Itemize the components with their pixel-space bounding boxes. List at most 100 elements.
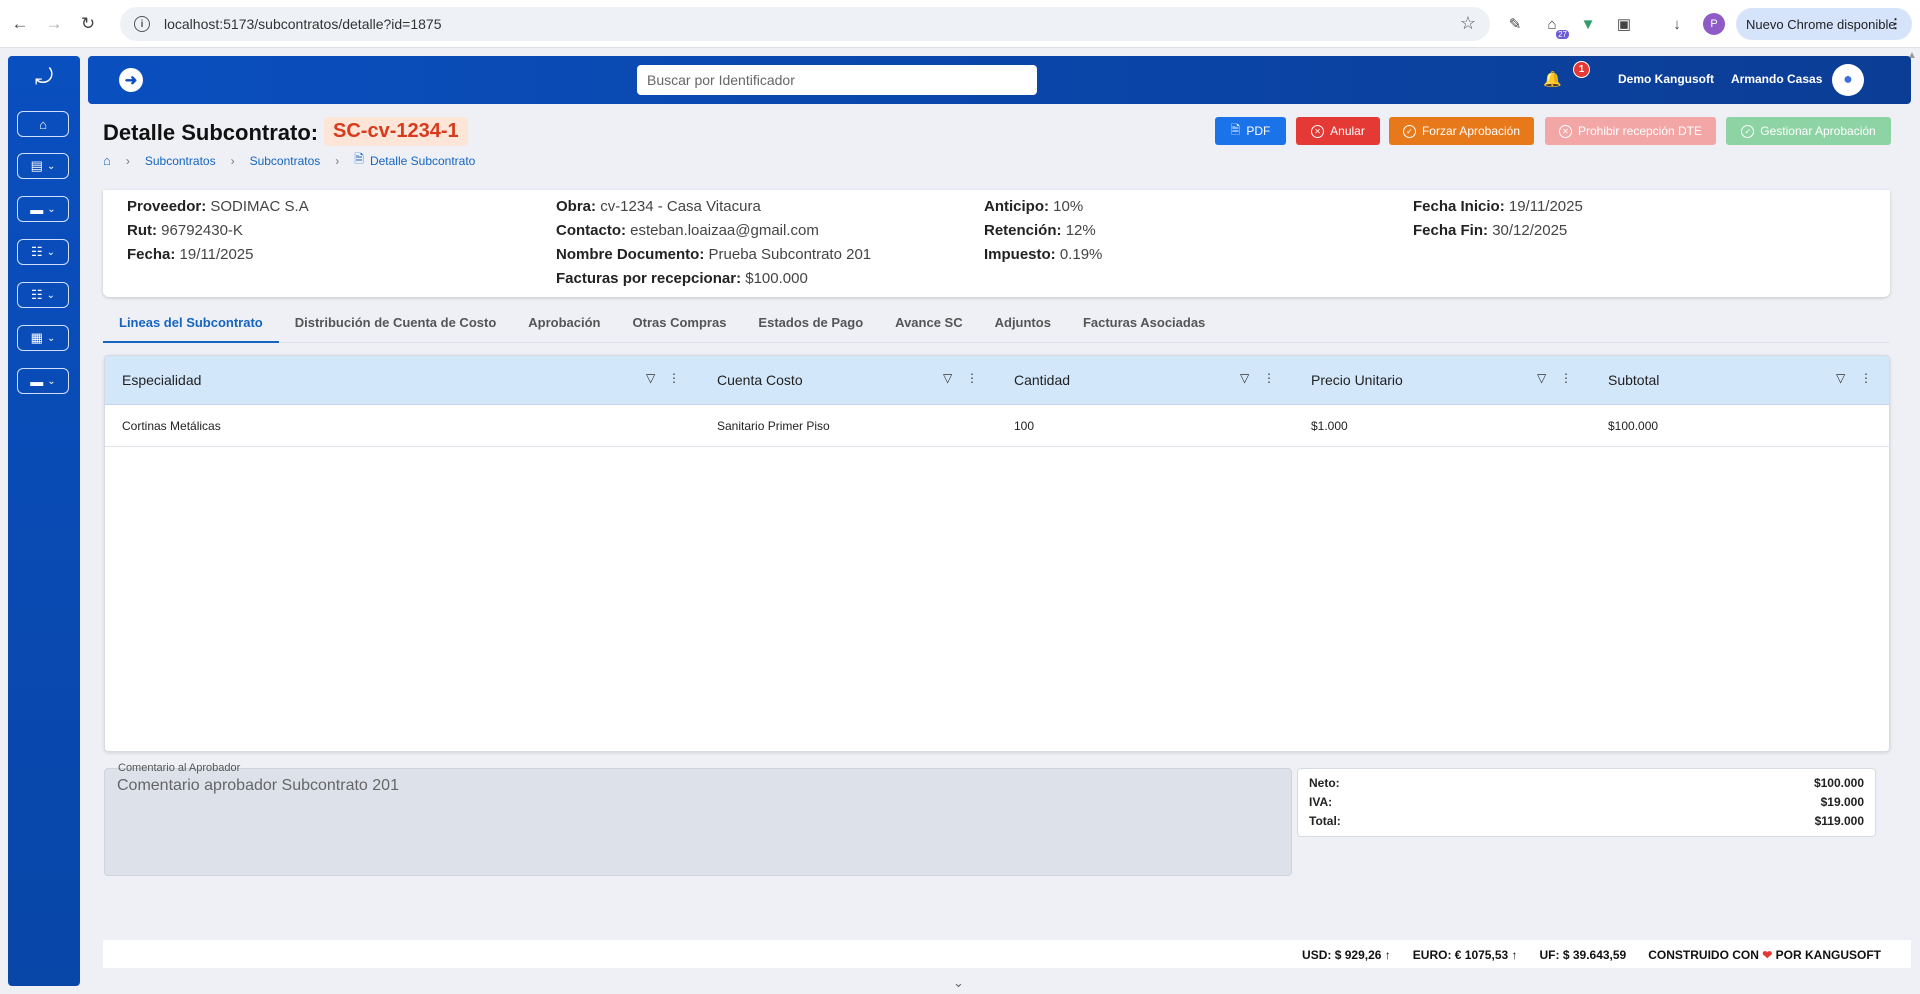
sitemap-icon: ☷	[30, 287, 43, 302]
column-header[interactable]: Precio Unitario	[1311, 372, 1403, 388]
bookmark-star-icon[interactable]: ☆	[1460, 13, 1476, 34]
user-name[interactable]: Armando Casas	[1731, 72, 1822, 86]
url-text: localhost:5173/subcontratos/detalle?id=1…	[164, 16, 442, 32]
scroll-down-icon[interactable]: ⌄	[953, 975, 964, 991]
chrome-update-button[interactable]: Nuevo Chrome disponible ⋮	[1736, 8, 1912, 40]
tab-distribucion[interactable]: Distribución de Cuenta de Costo	[279, 311, 513, 343]
fecha-label: Fecha:	[127, 246, 176, 263]
filter-icon[interactable]: ▽	[1240, 371, 1249, 385]
nombre-documento-label: Nombre Documento:	[556, 246, 705, 263]
tab-avance-sc[interactable]: Avance SC	[879, 311, 978, 343]
info-column-2: Obra: cv-1234 - Casa Vitacura Contacto: …	[556, 195, 871, 291]
folder-menu-button-2[interactable]: ▬ ⌄	[17, 368, 69, 394]
obra-value: cv-1234 - Casa Vitacura	[600, 198, 761, 215]
forzar-label: Forzar Aprobación	[1421, 124, 1521, 138]
forward-icon[interactable]: →	[40, 10, 68, 38]
tab-otras-compras[interactable]: Otras Compras	[617, 311, 743, 343]
impuesto-label: Impuesto:	[984, 246, 1056, 263]
filter-icon[interactable]: ▽	[1537, 371, 1546, 385]
eyedropper-extension-icon[interactable]: ✎	[1503, 12, 1527, 36]
back-icon[interactable]: ←	[6, 10, 34, 38]
money-icon: ▦	[30, 330, 43, 345]
breadcrumb-current: Detalle Subcontrato	[369, 153, 476, 168]
forzar-aprobacion-button[interactable]: ✓ Forzar Aprobación	[1389, 117, 1534, 145]
filter-icon[interactable]: ▽	[943, 371, 952, 385]
company-name[interactable]: Demo Kangusoft	[1618, 72, 1714, 86]
facturas-label: Facturas por recepcionar:	[556, 270, 742, 287]
home-breadcrumb-icon[interactable]: ⌂	[103, 153, 111, 168]
tab-adjuntos[interactable]: Adjuntos	[979, 311, 1067, 343]
gestionar-aprobacion-button[interactable]: ✓ Gestionar Aprobación	[1726, 117, 1891, 145]
anular-button[interactable]: ✕ Anular	[1296, 117, 1380, 145]
chrome-menu-icon[interactable]: ⋮	[1889, 16, 1902, 32]
fecha-inicio-value: 19/11/2025	[1508, 198, 1583, 215]
column-menu-icon[interactable]: ⋮	[966, 371, 978, 385]
retencion-label: Retención:	[984, 222, 1062, 239]
reload-icon[interactable]: ↻	[74, 10, 102, 38]
money-menu-button[interactable]: ▦ ⌄	[17, 325, 69, 351]
breadcrumb-item[interactable]: Subcontratos	[145, 154, 216, 168]
chevron-down-icon: ⌄	[46, 160, 56, 172]
bell-icon[interactable]: 🔔	[1543, 70, 1562, 88]
breadcrumb-item[interactable]: Subcontratos	[250, 154, 321, 168]
monitor-icon: ▤	[30, 158, 43, 173]
extension-icon[interactable]: ⌂ 27	[1540, 12, 1569, 39]
site-info-icon[interactable]: i	[134, 16, 150, 32]
obra-label: Obra:	[556, 198, 597, 215]
tab-estados-pago[interactable]: Estados de Pago	[742, 311, 879, 343]
chevron-down-icon: ⌄	[46, 332, 56, 344]
pdf-button[interactable]: 🗎 PDF	[1215, 117, 1286, 145]
monitor-menu-button[interactable]: ▤ ⌄	[17, 153, 69, 179]
prohibir-recepcion-button[interactable]: ✕ Prohibir recepción DTE	[1545, 117, 1716, 145]
column-header[interactable]: Cuenta Costo	[717, 372, 803, 388]
profile-avatar[interactable]: P	[1703, 13, 1725, 35]
page-title: Detalle Subcontrato:	[103, 120, 319, 145]
address-bar[interactable]: i localhost:5173/subcontratos/detalle?id…	[120, 7, 1490, 41]
proveedor-label: Proveedor:	[127, 198, 207, 215]
folder-icon: ▬	[30, 201, 44, 217]
info-column-3: Anticipo: 10% Retención: 12% Impuesto: 0…	[984, 195, 1102, 267]
info-column-1: Proveedor: SODIMAC S.A Rut: 96792430-K F…	[127, 195, 309, 267]
chevron-right-icon: ›	[230, 153, 235, 168]
tab-facturas[interactable]: Facturas Asociadas	[1067, 311, 1221, 343]
vue-devtools-icon[interactable]: ▼	[1576, 12, 1600, 36]
fecha-inicio-label: Fecha Inicio:	[1413, 198, 1505, 215]
x-circle-icon: ✕	[1311, 124, 1325, 138]
filter-icon[interactable]: ▽	[646, 371, 655, 385]
column-menu-icon[interactable]: ⋮	[1263, 371, 1275, 385]
column-menu-icon[interactable]: ⋮	[1860, 371, 1872, 385]
chevron-down-icon: ⌄	[46, 289, 56, 301]
breadcrumb: ⌂ › Subcontratos › Subcontratos › 🗎 Deta…	[103, 150, 475, 171]
gestionar-label: Gestionar Aprobación	[1760, 124, 1876, 138]
app-header: ➜ 🔔 1 Demo Kangusoft Armando Casas ●	[88, 56, 1911, 104]
filter-icon[interactable]: ▽	[1836, 371, 1845, 385]
download-icon[interactable]: ↓	[1665, 12, 1689, 36]
arrow-right-circle-icon[interactable]: ➜	[119, 68, 143, 92]
built-with: CONSTRUIDO CON ❤ POR KANGUSOFT	[1648, 948, 1881, 962]
proveedor-value: SODIMAC S.A	[210, 198, 309, 215]
table-header: Especialidad ▽ ⋮ Cuenta Costo ▽ ⋮ Cantid…	[105, 356, 1889, 405]
tree-menu-button[interactable]: ☷ ⌄	[17, 239, 69, 265]
tree-menu-button-2[interactable]: ☷ ⌄	[17, 282, 69, 308]
tab-lineas[interactable]: Lineas del Subcontrato	[103, 311, 279, 343]
search-input[interactable]	[637, 65, 1037, 95]
comment-label: Comentario al Aprobador	[118, 762, 241, 774]
neto-label: Neto:	[1309, 776, 1340, 790]
column-menu-icon[interactable]: ⋮	[1560, 371, 1572, 385]
extensions-puzzle-icon[interactable]: ▣	[1612, 12, 1636, 36]
column-header[interactable]: Cantidad	[1014, 372, 1070, 388]
home-nav-button[interactable]: ⌂	[17, 111, 69, 137]
table-cell: $1.000	[1311, 419, 1348, 433]
column-header[interactable]: Especialidad	[122, 372, 201, 388]
user-avatar[interactable]: ●	[1832, 64, 1864, 96]
tab-aprobacion[interactable]: Aprobación	[512, 311, 616, 343]
column-header[interactable]: Subtotal	[1608, 372, 1659, 388]
comment-textarea[interactable]: Comentario aprobador Subcontrato 201	[104, 768, 1292, 876]
column-menu-icon[interactable]: ⋮	[668, 371, 680, 385]
nombre-documento-value: Prueba Subcontrato 201	[708, 246, 872, 263]
kangusoft-logo-icon[interactable]: ⤾	[26, 64, 62, 94]
sidebar: ⤾ ⌂ ▤ ⌄ ▬ ⌄ ☷ ⌄ ☷ ⌄ ▦ ⌄ ▬ ⌄	[8, 56, 80, 986]
table-row[interactable]: Cortinas Metálicas Sanitario Primer Piso…	[105, 405, 1889, 447]
folder-menu-button[interactable]: ▬ ⌄	[17, 196, 69, 222]
lines-table: Especialidad ▽ ⋮ Cuenta Costo ▽ ⋮ Cantid…	[104, 355, 1890, 752]
